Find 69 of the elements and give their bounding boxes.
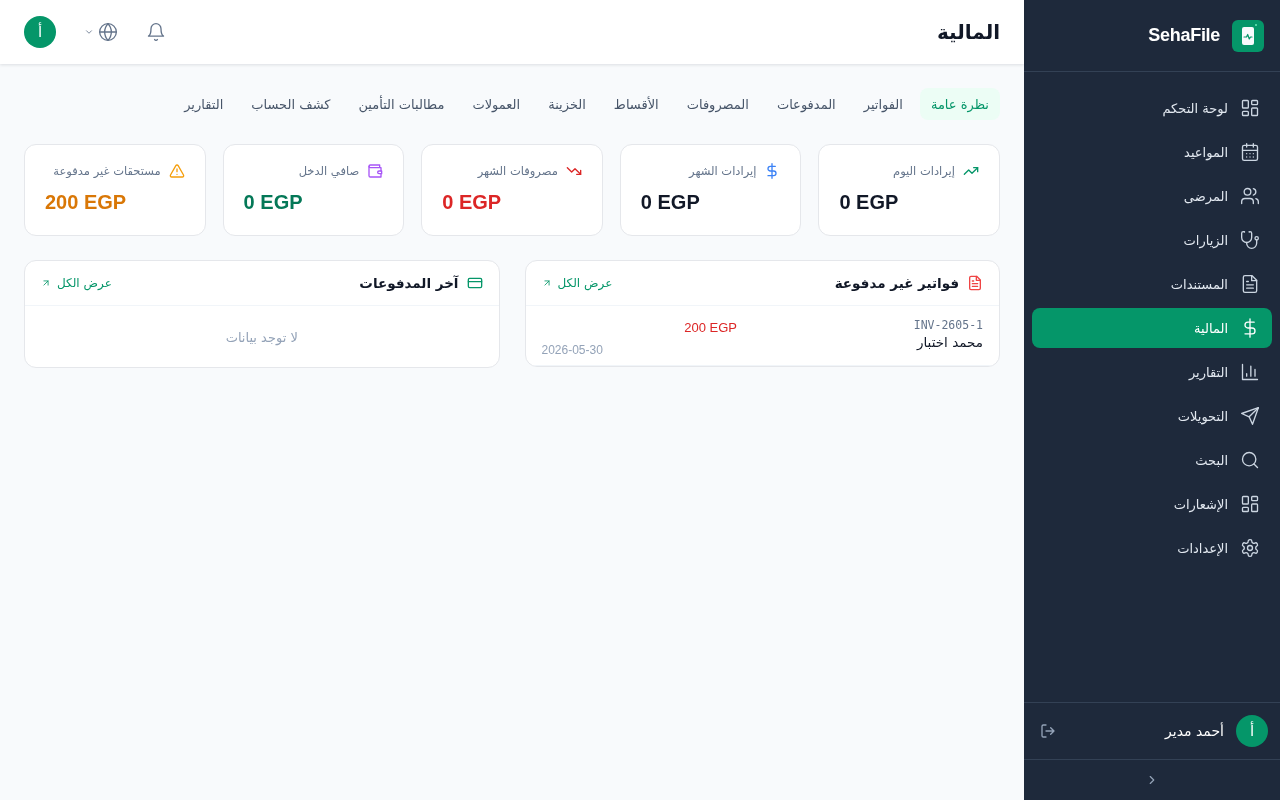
- stat-label: إيرادات اليوم: [893, 164, 955, 178]
- tab[interactable]: التقارير: [173, 88, 235, 120]
- notification-button[interactable]: [146, 22, 166, 42]
- wallet-icon: [367, 163, 384, 179]
- credit-card-icon: [466, 275, 483, 291]
- stat-label: صافي الدخل: [298, 164, 360, 178]
- stat-value: 0 EGP: [243, 191, 303, 214]
- invoice-date: 2026-05-30: [541, 343, 603, 357]
- logout-button[interactable]: [1040, 723, 1056, 739]
- arrow-icon: [41, 278, 51, 288]
- calendar-icon: [1240, 142, 1260, 162]
- empty-message: لا توجد بيانات: [225, 330, 298, 345]
- sidebar-item[interactable]: المستندات: [1032, 264, 1272, 304]
- sidebar-item[interactable]: لوحة التحكم: [1032, 88, 1272, 128]
- globe-icon: [98, 22, 118, 42]
- stat-label: مصروفات الشهر: [477, 164, 558, 178]
- stat-label: إيرادات الشهر: [689, 164, 757, 178]
- people-icon: [1240, 186, 1260, 206]
- stat-value: 0 EGP: [442, 191, 502, 214]
- search-icon: [1240, 450, 1260, 470]
- tab[interactable]: نظرة عامة: [919, 88, 1000, 120]
- bar-chart-icon: [1240, 362, 1260, 382]
- document-icon: [967, 275, 983, 291]
- sidebar-item[interactable]: المرضى: [1032, 176, 1272, 216]
- logo-icon: [1232, 19, 1264, 52]
- panel-title: آخر المدفوعات: [359, 275, 459, 291]
- brand-name: SehaFile: [1148, 25, 1220, 46]
- view-all-link[interactable]: عرض الكل: [541, 276, 613, 290]
- grid-icon: [1240, 98, 1260, 118]
- panel-title: فواتير غير مدفوعة: [834, 275, 959, 291]
- grid-icon: [1240, 494, 1260, 514]
- page-title: المالية: [936, 20, 1000, 44]
- settings-icon: [1240, 538, 1260, 558]
- paper-plane-icon: [1240, 406, 1260, 426]
- sidebar-item[interactable]: التحويلات: [1032, 396, 1272, 436]
- bell-icon: [146, 22, 166, 42]
- tab[interactable]: الفواتير: [852, 88, 914, 120]
- user-name: أحمد مدير: [1163, 723, 1224, 739]
- arrow-icon: [541, 278, 552, 288]
- sidebar-item[interactable]: التقارير: [1032, 352, 1272, 392]
- stat-label: مستحقات غير مدفوعة: [53, 164, 161, 178]
- tab[interactable]: الخزينة: [537, 88, 597, 120]
- user-avatar[interactable]: أ: [24, 16, 56, 48]
- invoice-number: INV-2605-1: [912, 318, 983, 332]
- sidebar-item[interactable]: الإعدادات: [1032, 528, 1272, 568]
- tab[interactable]: العمولات: [461, 88, 532, 120]
- tab[interactable]: مطالبات التأمين: [347, 88, 456, 120]
- document-icon: [1240, 274, 1260, 294]
- user-avatar: أ: [1236, 715, 1268, 747]
- sidebar-item[interactable]: المالية: [1032, 308, 1272, 348]
- sidebar-item[interactable]: البحث: [1032, 440, 1272, 480]
- tab[interactable]: المصروفات: [675, 88, 760, 120]
- language-button[interactable]: [84, 22, 118, 42]
- stat-value: 200 EGP: [45, 191, 127, 214]
- stethoscope-icon: [1240, 230, 1260, 250]
- tab[interactable]: الأقساط: [602, 88, 670, 120]
- sidebar-item[interactable]: الإشعارات: [1032, 484, 1272, 524]
- caret-icon: [84, 27, 94, 37]
- logout-icon: [1040, 723, 1056, 739]
- stat-value: 0 EGP: [839, 191, 899, 214]
- view-all-link[interactable]: عرض الكل: [41, 276, 112, 290]
- tab[interactable]: كشف الحساب: [240, 88, 342, 120]
- sidebar-item[interactable]: المواعيد: [1032, 132, 1272, 172]
- patient-name: محمد اختبار: [915, 334, 983, 350]
- sidebar-item[interactable]: الزيارات: [1032, 220, 1272, 260]
- warning-icon: [168, 163, 185, 179]
- tab[interactable]: المدفوعات: [765, 88, 847, 120]
- stat-value: 0 EGP: [640, 191, 700, 214]
- invoice-amount: 200 EGP: [684, 319, 737, 335]
